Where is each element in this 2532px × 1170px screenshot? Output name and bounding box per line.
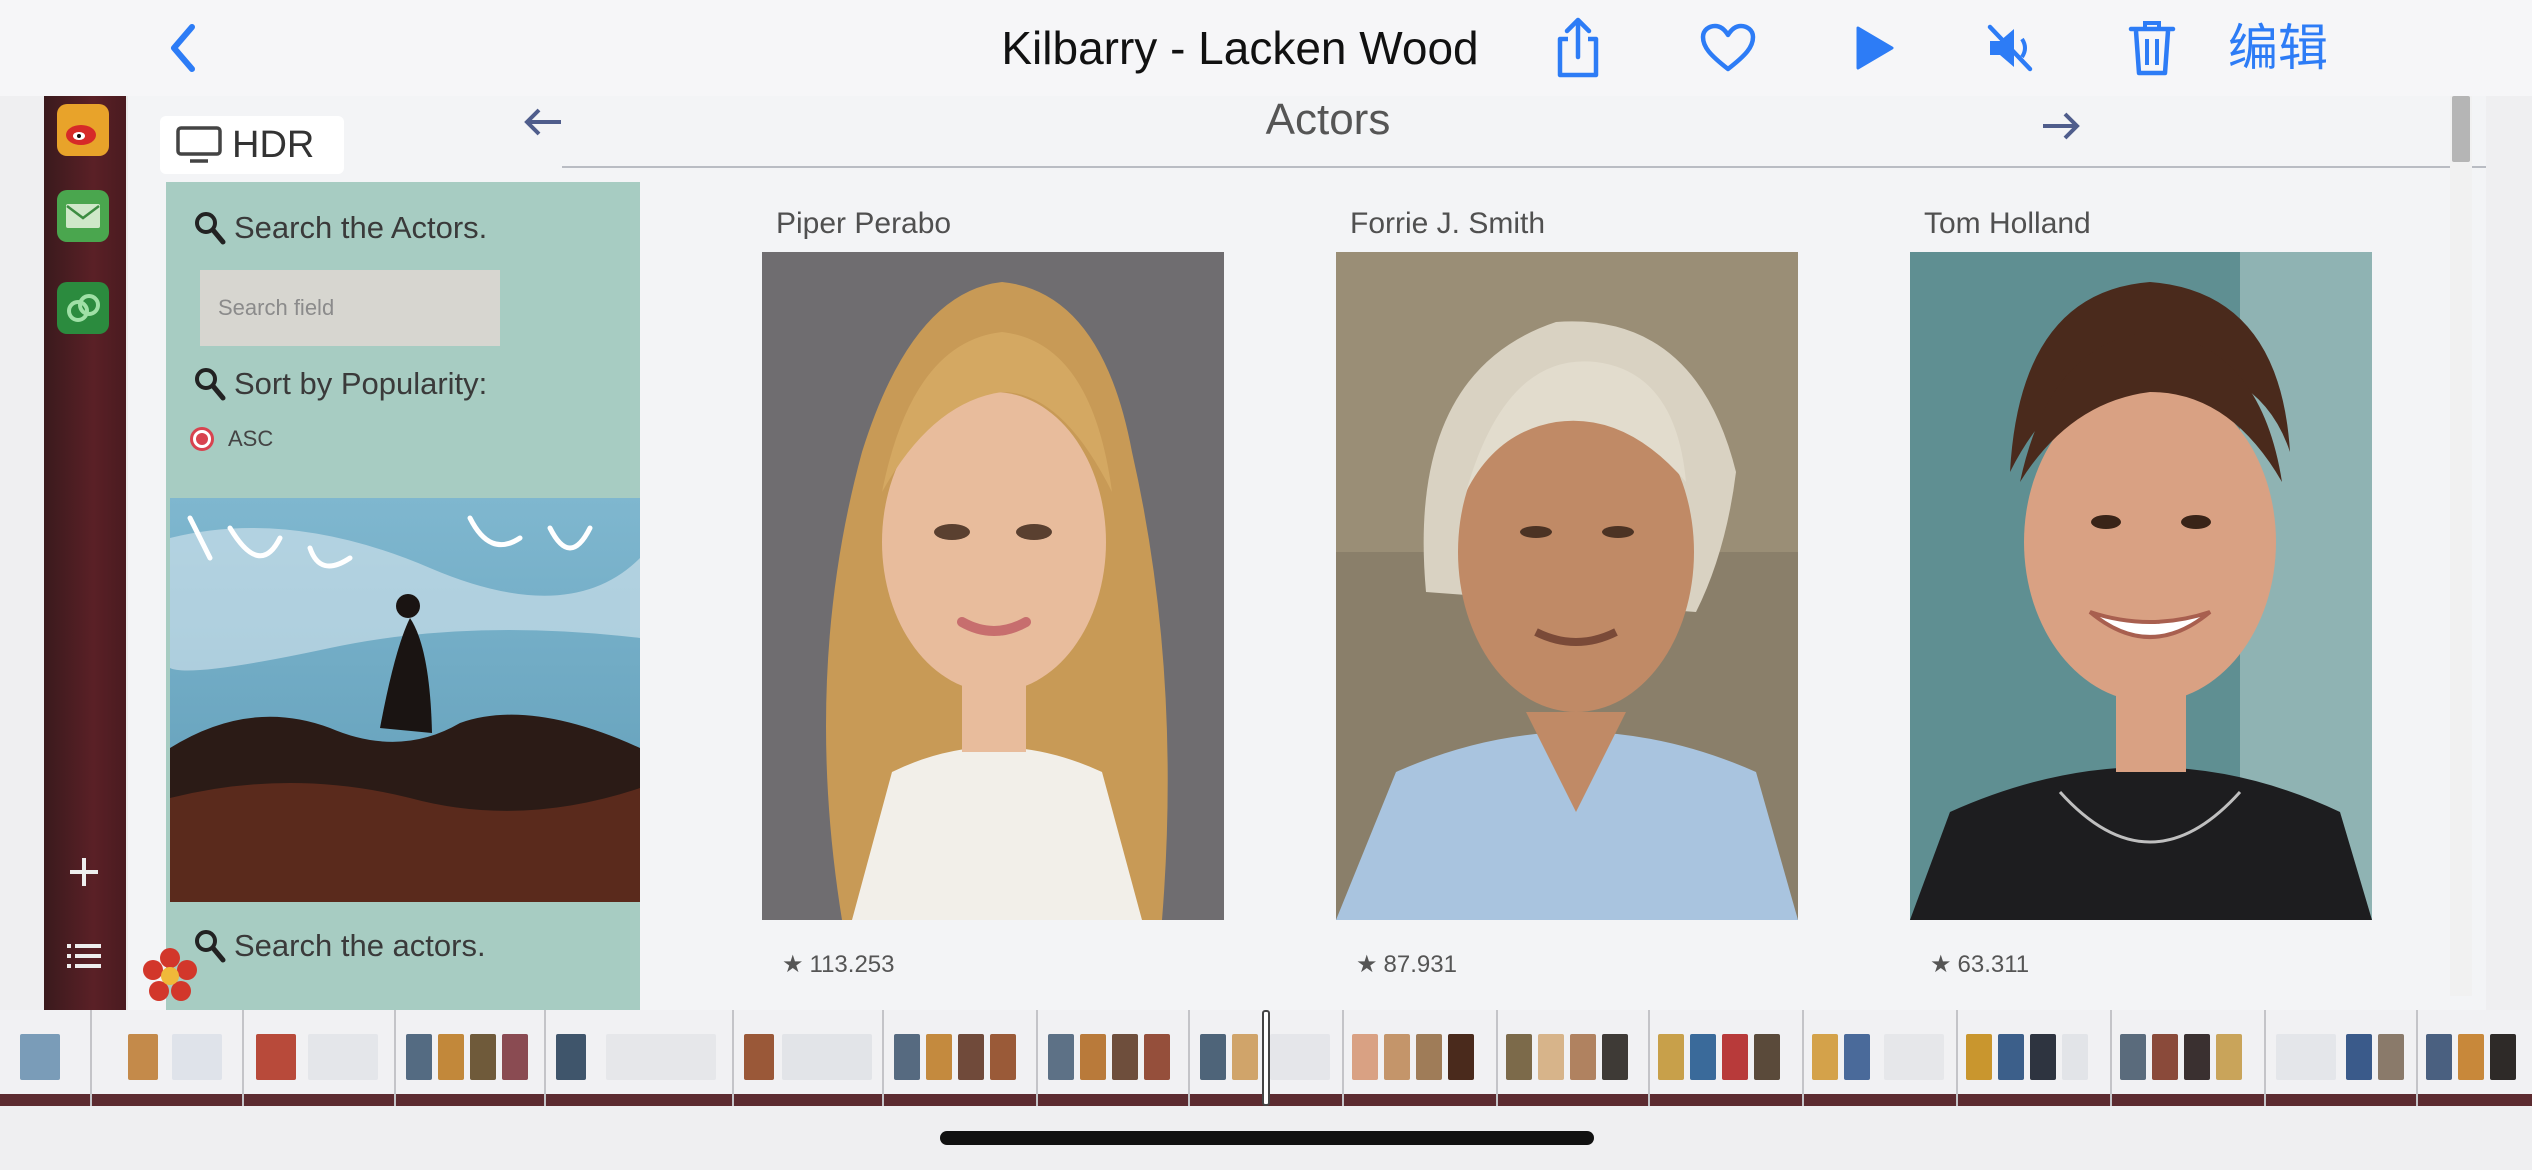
filmstrip-frame[interactable] — [1344, 1010, 1498, 1106]
page-title: Actors — [1265, 96, 1391, 144]
actor-name: Tom Holland — [1924, 207, 2091, 240]
movie-poster[interactable] — [170, 498, 640, 902]
monitor-icon — [176, 126, 222, 163]
arrow-left-icon — [524, 108, 561, 136]
sort-option-label: ASC — [228, 426, 274, 451]
filmstrip-frame[interactable] — [1498, 1010, 1650, 1106]
flower-icon — [143, 948, 197, 1001]
next-arrow-button[interactable] — [2034, 106, 2088, 146]
filmstrip-frame[interactable] — [546, 1010, 734, 1106]
back-icon — [171, 24, 195, 72]
scrollbar[interactable] — [2450, 96, 2472, 996]
star-icon: ★ — [1930, 951, 1952, 978]
heart-icon — [1700, 23, 1756, 72]
arrow-right-icon — [2043, 112, 2080, 140]
filmstrip-frame[interactable] — [1038, 1010, 1190, 1106]
play-button[interactable] — [1840, 14, 1908, 82]
play-icon — [1856, 26, 1894, 70]
share-button[interactable] — [1544, 14, 1612, 82]
sort-label: Sort by Popularity: — [234, 366, 488, 401]
delete-button[interactable] — [2118, 14, 2186, 82]
photo-content: Actors Search the Actors. Sort by Popula… — [44, 96, 2486, 1010]
filmstrip-frame[interactable] — [1958, 1010, 2112, 1106]
playhead-handle[interactable] — [1262, 1010, 1270, 1106]
actors-page: Actors Search the Actors. Sort by Popula… — [128, 96, 2486, 1010]
search-icon — [195, 368, 226, 401]
weibo-icon[interactable] — [57, 104, 109, 156]
viewer-toolbar: Kilbarry - Lacken Wood 编辑 — [0, 0, 2532, 96]
actor-photo[interactable] — [1910, 252, 2372, 920]
search-icon — [195, 212, 226, 245]
edit-button[interactable]: 编辑 — [2228, 14, 2328, 82]
favorite-button[interactable] — [1694, 14, 1762, 82]
filmstrip-frame[interactable] — [92, 1010, 244, 1106]
plus-icon[interactable] — [62, 850, 106, 894]
filmstrip-frame[interactable] — [734, 1010, 884, 1106]
actor-card[interactable]: Forrie J. Smith ★ 87.931 — [1328, 196, 1798, 978]
search-label-secondary: Search the actors. — [234, 928, 486, 963]
trash-icon — [2128, 21, 2176, 76]
filmstrip-frame[interactable] — [2418, 1010, 2532, 1106]
prev-arrow-button[interactable] — [516, 102, 570, 142]
home-indicator[interactable] — [940, 1131, 1594, 1145]
filter-sidebar: Search the Actors. Sort by Popularity: A… — [166, 182, 640, 1010]
popularity-value: 87.931 — [1383, 950, 1457, 978]
filmstrip-frame[interactable] — [1804, 1010, 1958, 1106]
page-header: Actors — [128, 96, 2486, 168]
sort-section: Sort by Popularity: — [194, 366, 487, 402]
scrollbar-thumb[interactable] — [2452, 96, 2470, 162]
filmstrip-frame[interactable] — [1650, 1010, 1804, 1106]
back-button[interactable] — [160, 20, 206, 76]
actor-name: Forrie J. Smith — [1350, 207, 1546, 240]
search-section: Search the Actors. — [194, 210, 487, 246]
mute-button[interactable] — [1976, 14, 2044, 82]
photo-viewer: Kilbarry - Lacken Wood 编辑 Actors Search … — [0, 0, 2532, 1170]
filmstrip-frame[interactable] — [2266, 1010, 2418, 1106]
viewer-title: Kilbarry - Lacken Wood — [1001, 22, 1479, 74]
filmstrip-frame[interactable] — [244, 1010, 396, 1106]
filmstrip-frame[interactable] — [884, 1010, 1038, 1106]
popularity-value: 63.311 — [1957, 950, 2030, 978]
popularity-score: ★ 113.253 — [782, 950, 895, 979]
app-dock — [44, 96, 126, 1010]
mail-icon[interactable] — [57, 190, 109, 242]
hdr-badge: HDR — [160, 116, 344, 174]
search-input[interactable] — [200, 270, 500, 346]
filmstrip-frame[interactable] — [0, 1010, 92, 1106]
filmstrip-frame[interactable] — [396, 1010, 546, 1106]
sort-asc-radio[interactable]: ASC — [190, 426, 273, 452]
popularity-value: 113.253 — [809, 950, 895, 978]
hdr-label: HDR — [232, 123, 315, 166]
search-icon — [195, 930, 226, 963]
actor-card[interactable]: Piper Perabo ★ 113.253 — [754, 196, 1224, 978]
popularity-score: ★ 87.931 — [1356, 950, 1457, 979]
radio-icon — [190, 427, 214, 451]
share-icon — [1557, 17, 1599, 78]
list-icon[interactable] — [62, 934, 106, 978]
actor-name: Piper Perabo — [776, 207, 952, 240]
popularity-score: ★ 63.311 — [1930, 950, 2029, 979]
star-icon: ★ — [1356, 951, 1378, 978]
actor-photo[interactable] — [1336, 252, 1798, 920]
mute-icon — [1987, 24, 2033, 72]
filmstrip-frame[interactable] — [2112, 1010, 2266, 1106]
search-label: Search the Actors. — [234, 210, 488, 245]
actor-photo[interactable] — [762, 252, 1224, 920]
cloud-icon[interactable] — [57, 282, 109, 334]
search-section-secondary: Search the actors. — [194, 928, 486, 964]
header-divider — [562, 166, 2486, 168]
star-icon: ★ — [782, 951, 804, 978]
actor-card[interactable]: Tom Holland ★ 63.311 — [1902, 196, 2372, 978]
